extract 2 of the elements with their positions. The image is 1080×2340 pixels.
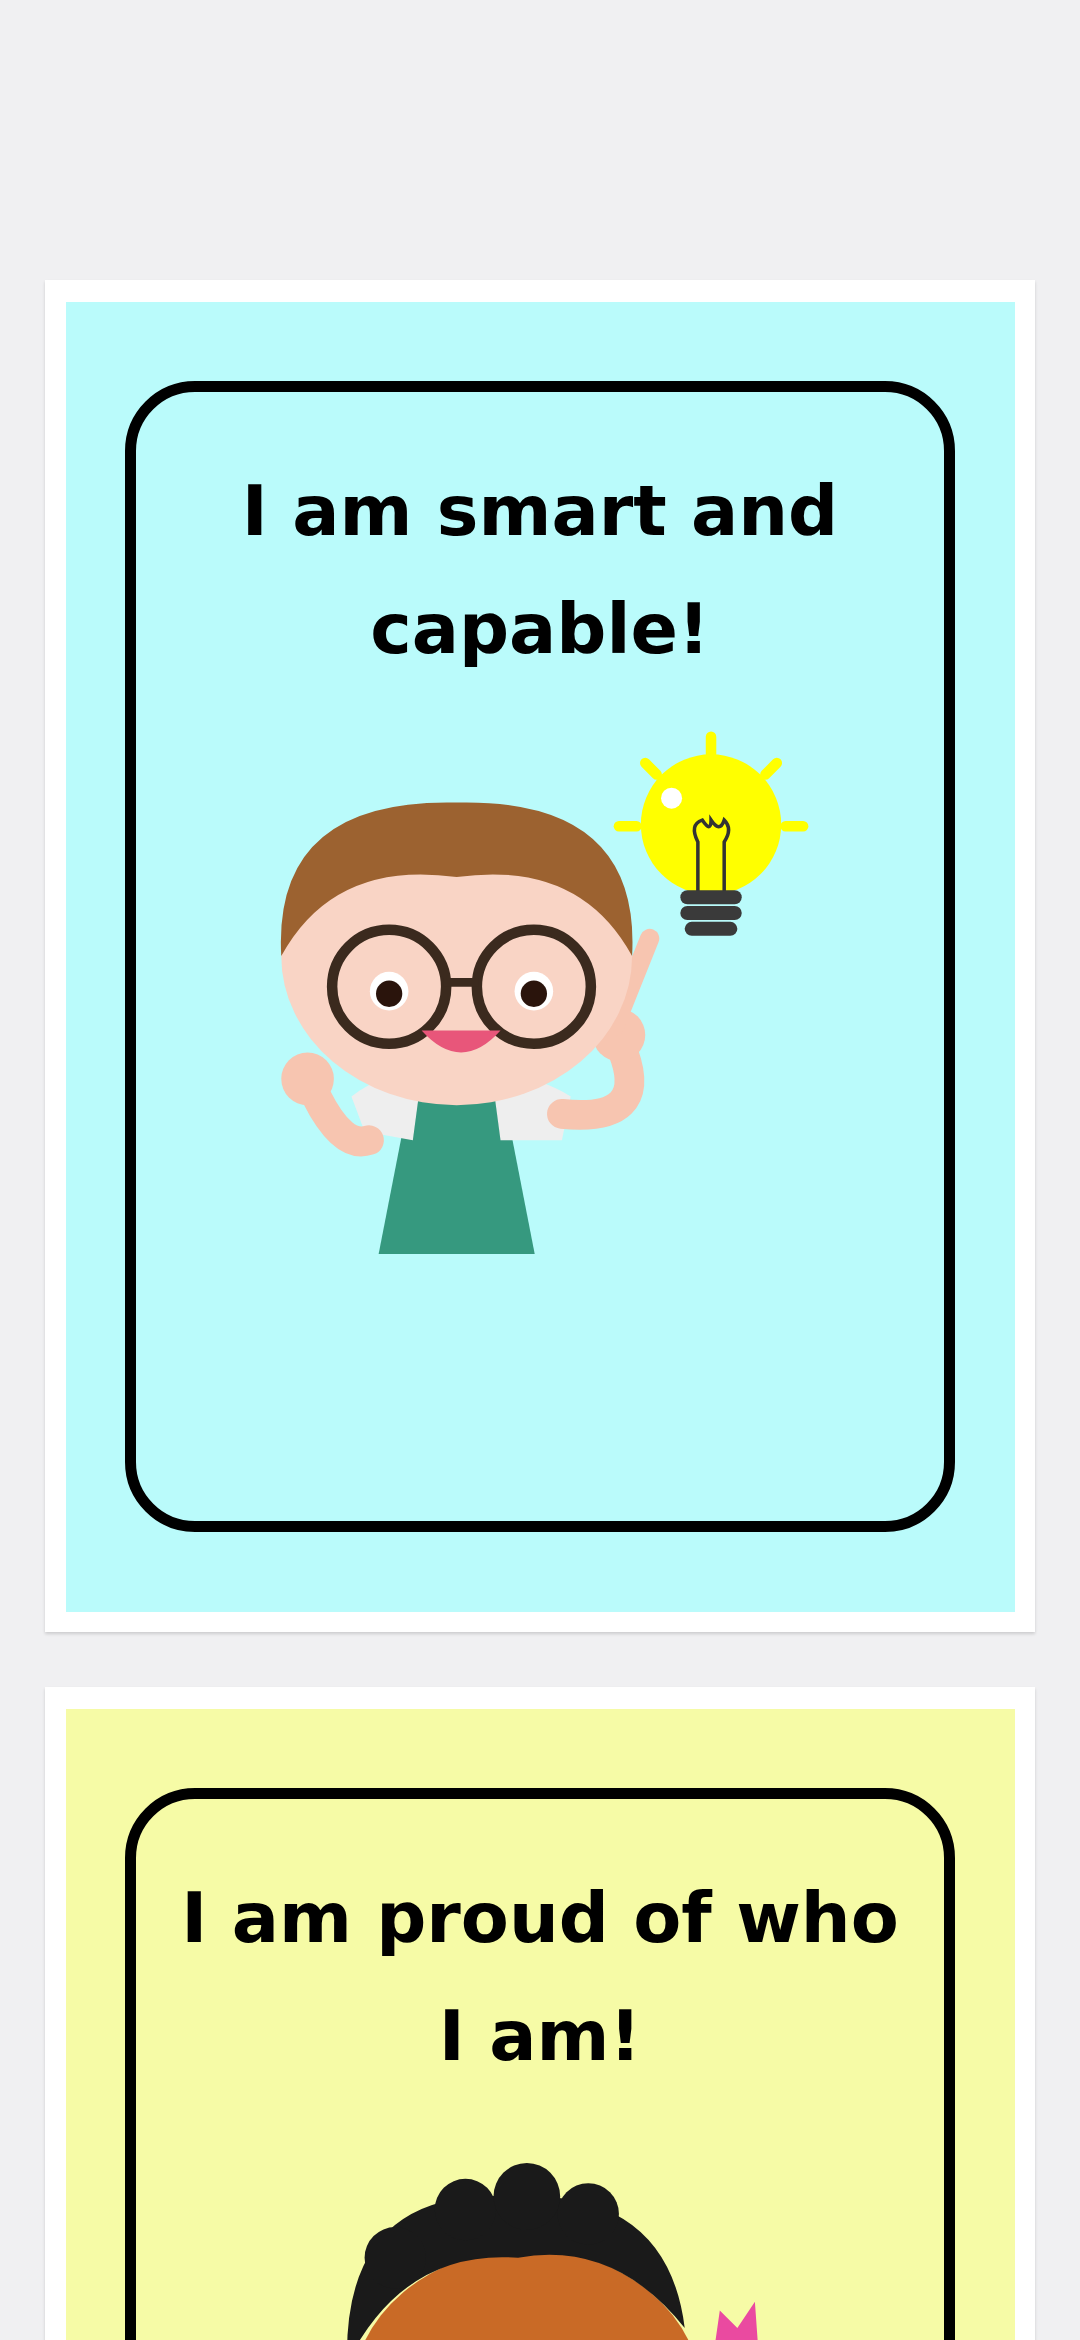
affirmation-text: I am smart and capable! <box>240 469 840 672</box>
affirmation-text: I am proud of who I am! <box>180 1876 900 2079</box>
